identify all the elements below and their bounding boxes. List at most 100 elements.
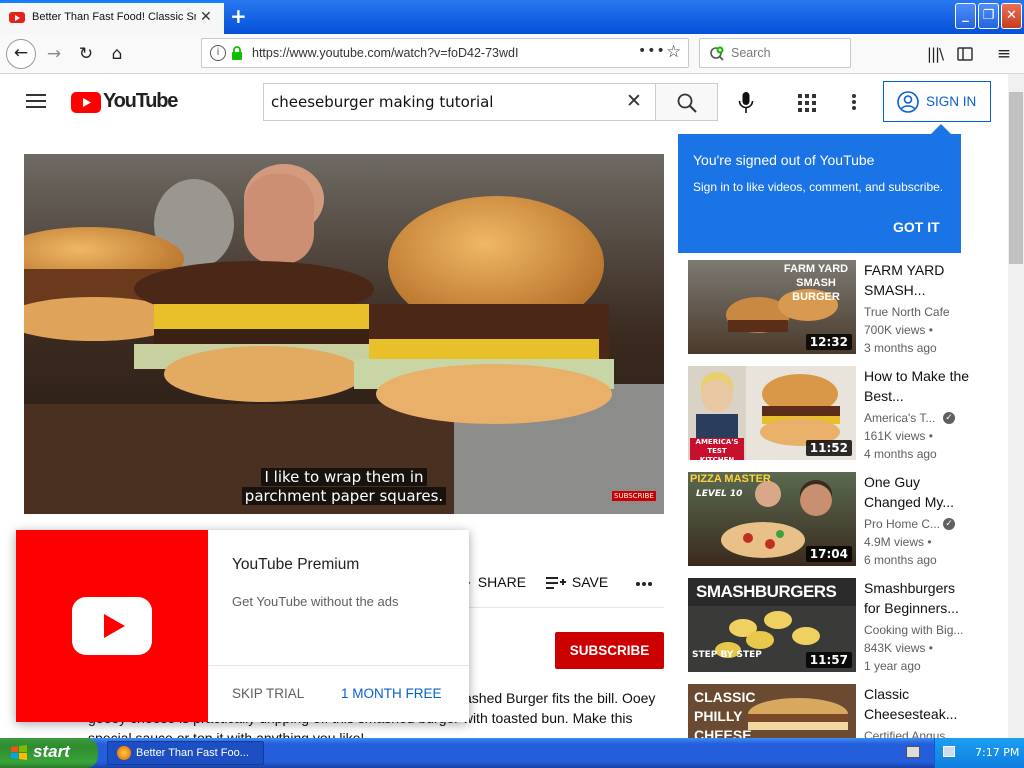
forward-icon[interactable]: → [40, 41, 68, 69]
thumbnail-subtext: STEP BY STEP [692, 650, 762, 660]
video-duration: 12:32 [805, 334, 852, 350]
verified-icon: ✓ [943, 518, 955, 530]
page-scrollbar[interactable] [1008, 74, 1024, 738]
video-player[interactable]: I like to wrap them in parchment paper s… [24, 154, 664, 514]
close-window-button[interactable]: ✕ [1001, 3, 1022, 29]
recommendation-item[interactable]: PIZZA MASTER LEVEL 10 17:04 One Guy Chan… [688, 472, 988, 568]
subscribe-watermark[interactable]: SUBSCRIBE [612, 491, 656, 501]
recommendation-title[interactable]: Smashburgers for Beginners... [864, 578, 974, 618]
share-button[interactable]: ➦ SHARE [460, 574, 526, 591]
save-button[interactable]: SAVE [546, 574, 608, 590]
video-duration: 11:52 [805, 440, 852, 456]
sign-in-button[interactable]: SIGN IN [883, 81, 991, 122]
browser-tab[interactable]: Better Than Fast Food! Classic Sm ✕ [0, 1, 224, 34]
menu-icon[interactable]: ≡ [990, 41, 1018, 69]
taskbar-item-label: Better Than Fast Foo... [136, 747, 249, 759]
youtube-search-button[interactable] [655, 83, 718, 121]
url-bar[interactable]: i https://www.youtube.com/watch?v=foD42-… [201, 38, 689, 68]
divider [208, 665, 469, 666]
firefox-icon [117, 746, 131, 760]
promo-subtitle: Get YouTube without the ads [232, 594, 399, 609]
microphone-icon[interactable] [738, 92, 754, 114]
tooltip-title: You're signed out of YouTube [693, 152, 875, 168]
recommendation-title[interactable]: One Guy Changed My... [864, 472, 974, 512]
premium-promo-dialog: YouTube Premium Get YouTube without the … [16, 530, 469, 722]
library-icon[interactable]: |||\ [921, 41, 949, 69]
keyboard-icon[interactable] [906, 746, 920, 758]
upload-age: 4 months ago [864, 447, 937, 461]
more-actions-icon[interactable] [635, 581, 653, 587]
recommendation-thumbnail[interactable]: AMERICA'S TEST KITCHEN 11:52 [688, 366, 856, 460]
video-captions: I like to wrap them in parchment paper s… [24, 468, 664, 506]
url-text: https://www.youtube.com/watch?v=foD42-73… [252, 46, 519, 60]
windows-logo-icon [11, 745, 27, 760]
browser-search-field[interactable]: Search [699, 38, 851, 68]
month-free-button[interactable]: 1 MONTH FREE [341, 686, 442, 701]
recommendation-item[interactable]: CLASSIC PHILLY CHEESE Classic Cheesestea… [688, 684, 988, 738]
recommendation-item[interactable]: SMASHBURGERS STEP BY STEP 11:57 Smashbur… [688, 578, 988, 674]
browser-navbar: ← → ↻ ⌂ i https://www.youtube.com/watch?… [0, 34, 1024, 74]
youtube-search-input[interactable]: cheeseburger making tutorial ✕ [263, 83, 655, 121]
home-icon[interactable]: ⌂ [103, 41, 131, 69]
upload-age: 3 months ago [864, 341, 937, 355]
taskbar-item-firefox[interactable]: Better Than Fast Foo... [107, 741, 264, 765]
view-count: 4.9M views • [864, 535, 932, 549]
page-actions-icon[interactable]: ••• [638, 43, 666, 59]
thumbnail-text: SMASHBURGERS [696, 582, 837, 601]
hamburger-menu-icon[interactable] [26, 93, 46, 109]
channel-name[interactable]: Pro Home C... [864, 515, 944, 533]
recommendation-thumbnail[interactable]: FARM YARD SMASH BURGER 12:32 [688, 260, 856, 354]
thumbnail-text: CLASSIC PHILLY CHEESE [694, 689, 756, 738]
sidebar-icon[interactable] [951, 41, 979, 69]
reload-icon[interactable]: ↻ [72, 41, 100, 69]
back-icon[interactable]: ← [6, 39, 36, 69]
thumbnail-text: AMERICA'S TEST KITCHEN [690, 438, 744, 460]
share-label: SHARE [477, 574, 527, 590]
subscribe-button[interactable]: SUBSCRIBE [555, 632, 664, 669]
info-icon[interactable]: i [210, 45, 226, 61]
apps-grid-icon[interactable] [798, 94, 816, 112]
bookmark-star-icon[interactable]: ☆ [666, 42, 681, 62]
recommendation-thumbnail[interactable]: SMASHBURGERS STEP BY STEP 11:57 [688, 578, 856, 672]
recommendation-thumbnail[interactable]: PIZZA MASTER LEVEL 10 17:04 [688, 472, 856, 566]
more-options-icon[interactable] [851, 93, 857, 111]
recommendation-thumbnail[interactable]: CLASSIC PHILLY CHEESE [688, 684, 856, 738]
start-button[interactable]: start [0, 738, 98, 768]
caption-line-2: parchment paper squares. [241, 487, 447, 505]
youtube-play-icon [72, 597, 152, 655]
clear-search-icon[interactable]: ✕ [626, 90, 642, 112]
skip-trial-button[interactable]: SKIP TRIAL [232, 686, 304, 701]
close-tab-icon[interactable]: ✕ [200, 9, 212, 25]
thumbnail-text: FARM YARD SMASH BURGER [783, 263, 849, 303]
restore-button[interactable]: ❐ [978, 3, 999, 29]
search-query: cheeseburger making tutorial [271, 93, 494, 111]
video-frame-image [24, 154, 664, 514]
clock[interactable]: 7:17 PM [975, 746, 1019, 759]
search-placeholder: Search [731, 46, 771, 60]
search-icon [677, 93, 697, 113]
view-count: 700K views • [864, 323, 933, 337]
scrollbar-thumb[interactable] [1009, 92, 1023, 264]
recommendation-title[interactable]: Classic Cheesesteak... [864, 684, 974, 724]
minimize-button[interactable]: _ [955, 3, 976, 29]
got-it-button[interactable]: GOT IT [893, 219, 940, 235]
recommendation-title[interactable]: How to Make the Best... [864, 366, 974, 406]
recommendation-item[interactable]: FARM YARD SMASH BURGER 12:32 FARM YARD S… [688, 260, 988, 356]
channel-name[interactable]: Cooking with Big... [864, 621, 974, 639]
tooltip-body: Sign in to like videos, comment, and sub… [693, 180, 944, 194]
caption-line-1: I like to wrap them in [261, 468, 427, 486]
playlist-add-icon [546, 577, 566, 589]
new-tab-icon[interactable]: + [230, 4, 247, 28]
channel-name[interactable]: America's T... [864, 409, 944, 427]
verified-icon: ✓ [943, 412, 955, 424]
window-titlebar: Better Than Fast Food! Classic Sm ✕ + _ … [0, 0, 1024, 34]
sign-in-label: SIGN IN [926, 94, 977, 109]
network-icon[interactable] [943, 746, 955, 757]
recommendation-title[interactable]: FARM YARD SMASH... [864, 260, 974, 300]
recommendation-item[interactable]: AMERICA'S TEST KITCHEN 11:52 How to Make… [688, 366, 988, 462]
channel-name[interactable]: Certified Angus [864, 727, 974, 738]
thumbnail-subtext: LEVEL 10 [696, 489, 743, 499]
taskbar: start Better Than Fast Foo... 7:17 PM [0, 738, 1024, 768]
promo-banner [16, 530, 208, 722]
channel-name[interactable]: True North Cafe [864, 303, 974, 321]
